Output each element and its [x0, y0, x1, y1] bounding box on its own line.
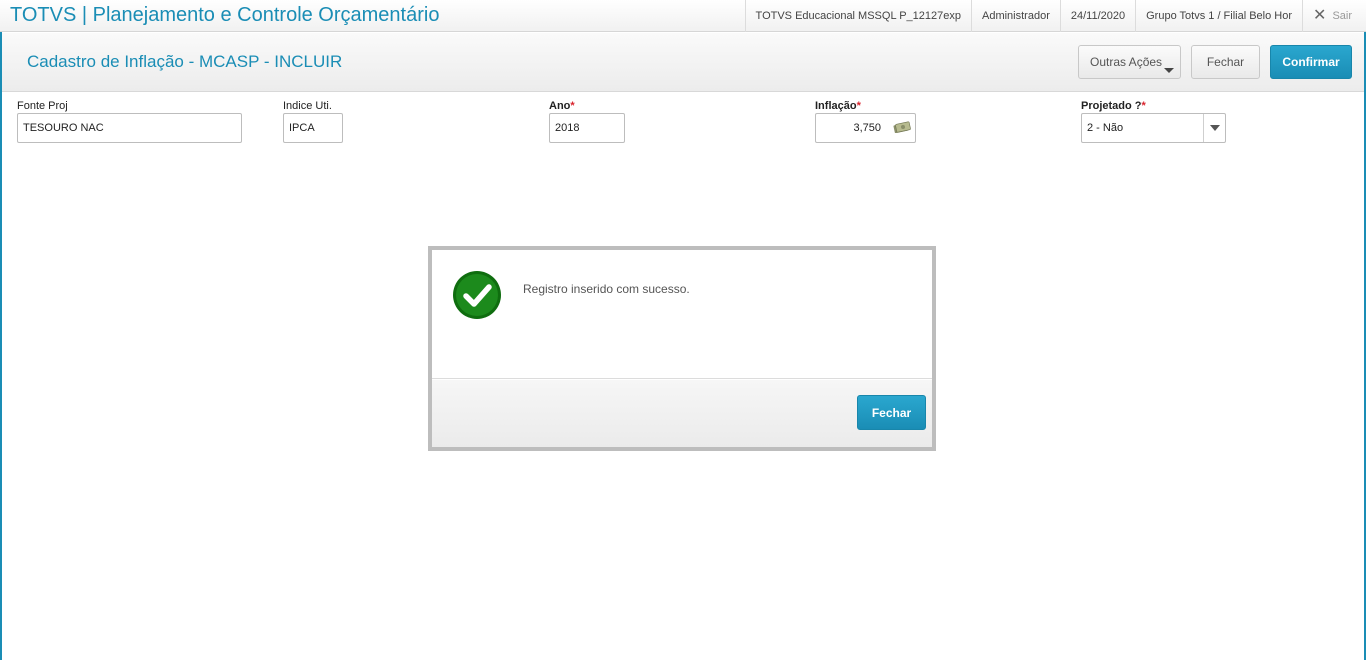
indice-uti-label: Indice Uti. [283, 100, 332, 112]
inflacao-label: Inflação* [815, 100, 861, 112]
dialog-footer: Fechar [432, 380, 932, 447]
inflacao-label-text: Inflação [815, 100, 857, 112]
required-mark: * [1141, 100, 1146, 112]
ano-label: Ano* [549, 100, 575, 112]
dialog-message: Registro inserido com sucesso. [523, 282, 690, 296]
page-title: Cadastro de Inflação - MCASP - INCLUIR [27, 52, 343, 71]
inflacao-input[interactable]: 3,750 [815, 113, 916, 143]
required-mark: * [856, 100, 861, 112]
environment-label: TOTVS Educacional MSSQL P_12127exp [744, 0, 971, 32]
dialog-body: Registro inserido com sucesso. [432, 250, 932, 379]
exit-label: Sair [1332, 10, 1352, 22]
chevron-down-icon [1164, 68, 1174, 73]
user-label: Administrador [971, 0, 1060, 32]
chevron-down-icon[interactable] [1203, 114, 1225, 142]
indice-uti-input[interactable]: IPCA [283, 113, 343, 143]
fonte-proj-label: Fonte Proj [17, 100, 68, 112]
ano-value: 2018 [555, 122, 580, 134]
inflacao-value: 3,750 [853, 122, 881, 134]
top-bar: TOTVS | Planejamento e Controle Orçament… [0, 0, 1366, 32]
close-icon: ✕ [1313, 7, 1327, 24]
other-actions-label: Outras Ações [1090, 55, 1163, 69]
confirm-button[interactable]: Confirmar [1270, 45, 1352, 79]
indice-uti-value: IPCA [289, 122, 315, 134]
page-header: Cadastro de Inflação - MCASP - INCLUIR O… [2, 33, 1364, 92]
required-mark: * [570, 100, 575, 112]
date-label: 24/11/2020 [1059, 0, 1135, 32]
projetado-select[interactable]: 2 - Não [1081, 113, 1226, 143]
close-button[interactable]: Fechar [1191, 45, 1260, 79]
session-info: TOTVS Educacional MSSQL P_12127exp Admin… [744, 0, 1366, 32]
projetado-value: 2 - Não [1087, 122, 1124, 134]
fonte-proj-input[interactable]: TESOURO NAC [17, 113, 242, 143]
dialog-close-button[interactable]: Fechar [857, 395, 926, 430]
ano-label-text: Ano [549, 100, 571, 112]
projetado-label-text: Projetado ? [1081, 100, 1142, 112]
projetado-label: Projetado ?* [1081, 100, 1146, 112]
dialog-content: Registro inserido com sucesso. Fechar [432, 250, 932, 447]
other-actions-button[interactable]: Outras Ações [1078, 45, 1181, 79]
exit-button[interactable]: ✕ Sair [1302, 0, 1366, 32]
fonte-proj-value: TESOURO NAC [23, 122, 104, 134]
indice-uti-label-text: Indice Uti. [283, 100, 332, 112]
check-circle-icon [453, 271, 501, 319]
fonte-proj-label-text: Fonte Proj [17, 100, 68, 112]
success-dialog: Registro inserido com sucesso. Fechar [428, 246, 936, 451]
money-icon[interactable] [893, 121, 911, 133]
ano-input[interactable]: 2018 [549, 113, 625, 143]
company-label: Grupo Totvs 1 / Filial Belo Hor [1135, 0, 1302, 32]
app-title: TOTVS | Planejamento e Controle Orçament… [10, 4, 440, 26]
